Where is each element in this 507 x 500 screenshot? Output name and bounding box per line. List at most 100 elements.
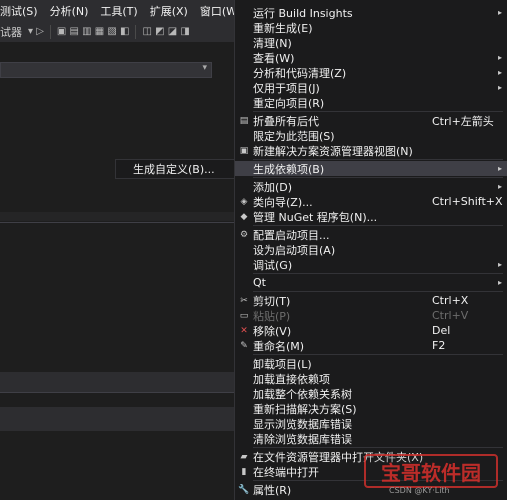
bookmark-icon[interactable]: ◫ ◩ ◪ ◨ [142,26,189,37]
class-wizard-icon: ◈ [240,196,248,207]
build-customization-label: 生成自定义(B)... [133,163,215,176]
context-menu-item[interactable]: ⚙ 配置启动项目... [235,227,507,242]
menu-tools[interactable]: 工具(T) [94,3,143,19]
context-menu-item[interactable]: 分析和代码清理(Z) ▸ [235,65,507,80]
menu-test[interactable]: 测试(S) [0,3,44,19]
context-menu-item-label: 粘贴(P) [253,309,291,323]
context-menu-item[interactable]: 卸载项目(L) [235,356,507,371]
menu-analyze[interactable]: 分析(N) [44,3,95,19]
shortcut-label: Ctrl+V [432,309,469,322]
context-menu-item[interactable]: ✕ 移除(V) Del [235,323,507,338]
shortcut-label: Ctrl+X [432,294,469,307]
context-menu-item[interactable]: 查看(W) ▸ [235,50,507,65]
panel-divider [0,222,240,223]
panel-header [0,212,240,221]
submenu-arrow-icon: ▸ [498,182,503,191]
properties-icon: 🔧 [238,484,250,495]
context-menu-item-label: 清理(N) [253,36,292,50]
remove-icon: ✕ [240,325,248,336]
watermark-sub: CSDN @KY·Lith [389,486,450,495]
context-menu-item[interactable]: 限定为此范围(S) [235,128,507,143]
shortcut-label: Ctrl+左箭头 [432,114,494,128]
gear-icon: ⚙ [239,229,249,240]
context-menu-item-label: 显示浏览数据库错误 [253,417,352,431]
context-menu-item-label: 剪切(T) [253,294,291,308]
context-menu-item[interactable]: Qt ▸ [235,275,507,290]
context-menu-item-label: 调试(G) [253,258,293,272]
context-menu-item-label: 重定向项目(R) [253,96,325,110]
context-menu-item[interactable]: ✎ 重命名(M) F2 [235,338,507,353]
submenu-arrow-icon: ▸ [498,278,503,287]
context-menu-item-label: 折叠所有后代 [253,114,319,128]
shortcut-label: F2 [432,339,446,352]
panel-tabstrip [0,407,240,431]
context-menu-item[interactable]: 加载整个依赖关系树 [235,386,507,401]
menu-separator [253,291,503,292]
context-menu-item-label: 清除浏览数据库错误 [253,432,352,446]
context-menu-item[interactable]: 加载直接依赖项 [235,371,507,386]
context-menu-item[interactable]: 显示浏览数据库错误 [235,416,507,431]
context-menu-item-label: 查看(W) [253,51,295,65]
context-menu-item[interactable]: 重新扫描解决方案(S) [235,401,507,416]
context-menu-item[interactable]: 添加(D) ▸ [235,179,507,194]
context-menu-item[interactable]: 重定向项目(R) [235,95,507,110]
build-customization-item[interactable]: 生成自定义(B)... [115,159,240,179]
context-menu-item-label: 生成依赖项(B) [253,162,325,176]
rename-icon: ✎ [240,340,248,351]
context-menu-item[interactable]: 调试(G) ▸ [235,257,507,272]
context-menu-item-label: 分析和代码清理(Z) [253,66,347,80]
dropdown-arrow-icon[interactable]: ▾ ▷ [28,26,44,37]
menu-extensions[interactable]: 扩展(X) [144,3,194,19]
new-view-icon: ▣ [239,145,249,156]
nuget-icon: ◆ [240,211,248,222]
context-menu-item-label: 仅用于项目(J) [253,81,320,95]
toolbar-separator [49,24,51,39]
toolbar-tools-icon[interactable]: ▣ ▤ ▥ ▦ ▧ ◧ [57,26,130,37]
context-menu-item-label: 限定为此范围(S) [253,129,335,143]
context-menu-item[interactable]: ✂ 剪切(T) Ctrl+X [235,293,507,308]
context-menu-item[interactable]: 清理(N) [235,35,507,50]
context-menu-item[interactable]: ▤ 折叠所有后代 Ctrl+左箭头 [235,113,507,128]
debugger-label[interactable]: 试器 [0,24,22,40]
context-menu-item-label: 新建解决方案资源管理器视图(N) [253,144,413,158]
context-menu-item[interactable]: ◆ 管理 NuGet 程序包(N)... [235,209,507,224]
context-menu-item[interactable]: 重新生成(E) [235,20,507,35]
cut-icon: ✂ [240,295,248,306]
context-menu-item-label: 加载直接依赖项 [253,372,330,386]
submenu-arrow-icon: ▸ [498,260,503,269]
collapse-icon: ▤ [239,115,249,126]
context-menu-item-label: 属性(R) [253,483,292,497]
context-menu-item-label: 重新生成(E) [253,21,313,35]
context-menu-item[interactable]: 生成依赖项(B) ▸ [235,161,507,176]
shortcut-label: Del [432,324,451,337]
context-menu-item[interactable]: 设为启动项目(A) [235,242,507,257]
open-folder-icon: ▰ [240,451,248,462]
context-menu-item-label: 配置启动项目... [253,228,330,242]
context-menu-item[interactable]: ▣ 新建解决方案资源管理器视图(N) [235,143,507,158]
submenu-arrow-icon: ▸ [498,68,503,77]
context-menu-item: ▭ 粘贴(P) Ctrl+V [235,308,507,323]
submenu-arrow-icon: ▸ [498,83,503,92]
watermark-logo: 宝哥软件园 [364,454,498,488]
context-menu-item[interactable]: 仅用于项目(J) ▸ [235,80,507,95]
context-menu-item-label: 重新扫描解决方案(S) [253,402,357,416]
submenu-arrow-icon: ▸ [498,164,503,173]
context-menu-item-label: 设为启动项目(A) [253,243,336,257]
context-menu-item-label: 在终端中打开 [253,465,319,479]
paste-icon: ▭ [239,310,249,321]
context-menu-item[interactable]: ◈ 类向导(Z)... Ctrl+Shift+X [235,194,507,209]
context-menu-item-label: 重命名(M) [253,339,305,353]
solution-config-dropdown[interactable]: ▾ [0,62,212,78]
context-menu-item[interactable]: 清除浏览数据库错误 [235,431,507,446]
submenu-arrow-icon: ▸ [498,53,503,62]
context-menu-item[interactable]: 运行 Build Insights ▸ [235,5,507,20]
watermark-text: 宝哥软件园 [381,460,481,485]
panel-tabstrip [0,372,240,392]
context-menu-item-label: 类向导(Z)... [253,195,313,209]
context-menu: 运行 Build Insights ▸ 重新生成(E) 清理(N) 查看(W) ▸ 分析和代… [234,0,507,500]
context-menu-item-label: 加载整个依赖关系树 [253,387,352,401]
shortcut-label: Ctrl+Shift+X [432,195,503,208]
submenu-arrow-icon: ▸ [498,8,503,17]
context-menu-item-label: 管理 NuGet 程序包(N)... [253,210,378,224]
context-menu-item-label: Qt [253,276,266,289]
